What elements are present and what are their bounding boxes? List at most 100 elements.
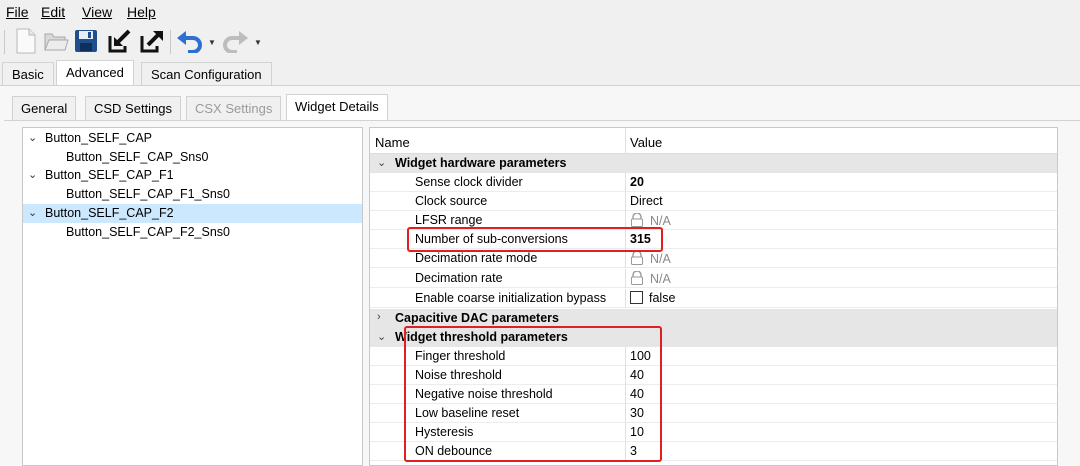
save-button[interactable] [72,27,100,55]
property-value[interactable]: 100 [630,349,651,363]
tab-basic[interactable]: Basic [2,62,54,86]
tree-item-label: Button_SELF_CAP_F2_Sns0 [66,225,230,239]
row-decimation-rate-mode[interactable]: Decimation rate mode N/A [370,249,1057,268]
property-name: Negative noise threshold [415,387,553,401]
widget-tree[interactable]: ⌄ Button_SELF_CAP Button_SELF_CAP_Sns0 ⌄… [22,127,363,466]
property-value: N/A [650,252,671,266]
property-value[interactable]: Direct [630,194,663,208]
chevron-down-icon[interactable]: ⌄ [377,330,386,343]
category-capacitive-dac-parameters[interactable]: › Capacitive DAC parameters [370,309,1057,328]
menu-bar: File Edit View Help [0,0,1080,24]
menu-file[interactable]: File [6,4,29,20]
row-negative-noise-threshold[interactable]: Negative noise threshold 40 [370,385,1057,404]
tree-item-label: Button_SELF_CAP [45,131,153,145]
row-noise-threshold[interactable]: Noise threshold 40 [370,366,1057,385]
column-header-value[interactable]: Value [630,135,662,150]
property-name: Finger threshold [415,349,506,363]
row-decimation-rate[interactable]: Decimation rate N/A [370,269,1057,288]
property-value[interactable]: 40 [630,368,644,382]
tab-widget-details[interactable]: Widget Details [286,94,388,121]
tree-item-button-self-cap[interactable]: ⌄ Button_SELF_CAP [23,129,362,148]
menu-file-label: File [6,4,29,20]
menu-edit[interactable]: Edit [41,4,65,20]
row-clock-source[interactable]: Clock source Direct [370,192,1057,211]
redo-dropdown-icon[interactable]: ▼ [254,38,262,47]
row-enable-coarse-initialization-bypass[interactable]: Enable coarse initialization bypass fals… [370,289,1057,308]
tab-advanced[interactable]: Advanced [56,60,134,86]
tree-item-button-self-cap-sns0[interactable]: Button_SELF_CAP_Sns0 [23,148,362,167]
export-button[interactable] [138,27,166,55]
undo-dropdown-icon[interactable]: ▼ [208,38,216,47]
property-value[interactable]: 40 [630,387,644,401]
chevron-right-icon[interactable]: › [377,311,381,323]
chevron-down-icon[interactable]: ⌄ [28,168,37,181]
menu-view-label: View [82,4,113,20]
chevron-down-icon[interactable]: ⌄ [28,206,37,219]
property-name: LFSR range [415,213,483,227]
property-value[interactable]: 10 [630,425,644,439]
property-value[interactable]: 315 [630,232,651,246]
property-name: Decimation rate [415,271,503,285]
tree-item-button-self-cap-f1-sns0[interactable]: Button_SELF_CAP_F1_Sns0 [23,185,362,204]
row-number-of-sub-conversions[interactable]: Number of sub-conversions 315 [370,230,1057,249]
tree-item-button-self-cap-f1[interactable]: ⌄ Button_SELF_CAP_F1 [23,166,362,185]
column-divider [625,211,626,230]
open-button[interactable] [42,27,70,55]
tab-csx-settings[interactable]: CSX Settings [186,96,282,120]
row-lfsr-range[interactable]: LFSR range N/A [370,211,1057,230]
redo-button[interactable] [221,27,249,55]
column-divider [625,385,626,404]
row-on-debounce[interactable]: ON debounce 3 [370,442,1057,461]
open-folder-icon [44,33,69,51]
category-label: Widget hardware parameters [395,156,567,170]
property-name: Noise threshold [415,368,502,382]
lock-icon [631,251,643,265]
chevron-down-icon[interactable]: ⌄ [28,131,37,144]
property-value-locked: N/A [630,251,671,266]
chevron-down-icon[interactable]: ⌄ [377,156,386,169]
menu-help[interactable]: Help [127,4,156,20]
property-value-locked: N/A [630,213,671,228]
tab-general[interactable]: General [12,96,77,120]
import-button[interactable] [106,27,134,55]
category-widget-hardware-parameters[interactable]: ⌄ Widget hardware parameters [370,154,1057,173]
menu-view[interactable]: View [82,4,112,20]
property-value[interactable]: 20 [630,175,644,189]
property-name: ON debounce [415,444,493,458]
column-divider [625,249,626,268]
tree-item-label: Button_SELF_CAP_F2 [45,206,174,220]
tab-scan-configuration[interactable]: Scan Configuration [141,62,272,86]
property-value[interactable]: 3 [630,444,637,458]
tree-item-button-self-cap-f2[interactable]: ⌄ Button_SELF_CAP_F2 [23,204,362,223]
property-value-locked: N/A [630,271,671,286]
checkbox[interactable] [630,291,643,304]
new-file-button[interactable] [12,27,40,55]
toolbar-grip [4,30,5,54]
tree-item-label: Button_SELF_CAP_F1_Sns0 [66,187,230,201]
import-icon [108,29,131,53]
tree-item-label: Button_SELF_CAP_F1 [45,168,174,182]
undo-button[interactable] [176,27,204,55]
tab-scan-configuration-label: Scan Configuration [151,67,262,82]
redo-icon [223,31,248,53]
category-label: Capacitive DAC parameters [395,311,559,325]
column-divider [625,423,626,442]
column-divider [625,442,626,461]
property-grid: Name Value ⌄ Widget hardware parameters … [369,127,1058,466]
column-divider[interactable] [625,128,626,154]
property-value-checkbox[interactable]: false [630,291,675,305]
tree-item-button-self-cap-f2-sns0[interactable]: Button_SELF_CAP_F2_Sns0 [23,223,362,242]
tree-item-label: Button_SELF_CAP_Sns0 [66,150,209,164]
menu-help-label: Help [127,4,156,20]
save-icon [75,30,97,52]
column-divider [625,404,626,423]
row-sense-clock-divider[interactable]: Sense clock divider 20 [370,173,1057,192]
category-widget-threshold-parameters[interactable]: ⌄ Widget threshold parameters [370,328,1057,347]
tab-csd-settings[interactable]: CSD Settings [85,96,182,120]
row-low-baseline-reset[interactable]: Low baseline reset 30 [370,404,1057,423]
property-value[interactable]: 30 [630,406,644,420]
row-hysteresis[interactable]: Hysteresis 10 [370,423,1057,442]
column-header-name[interactable]: Name [375,135,410,150]
column-divider [625,347,626,366]
row-finger-threshold[interactable]: Finger threshold 100 [370,347,1057,366]
